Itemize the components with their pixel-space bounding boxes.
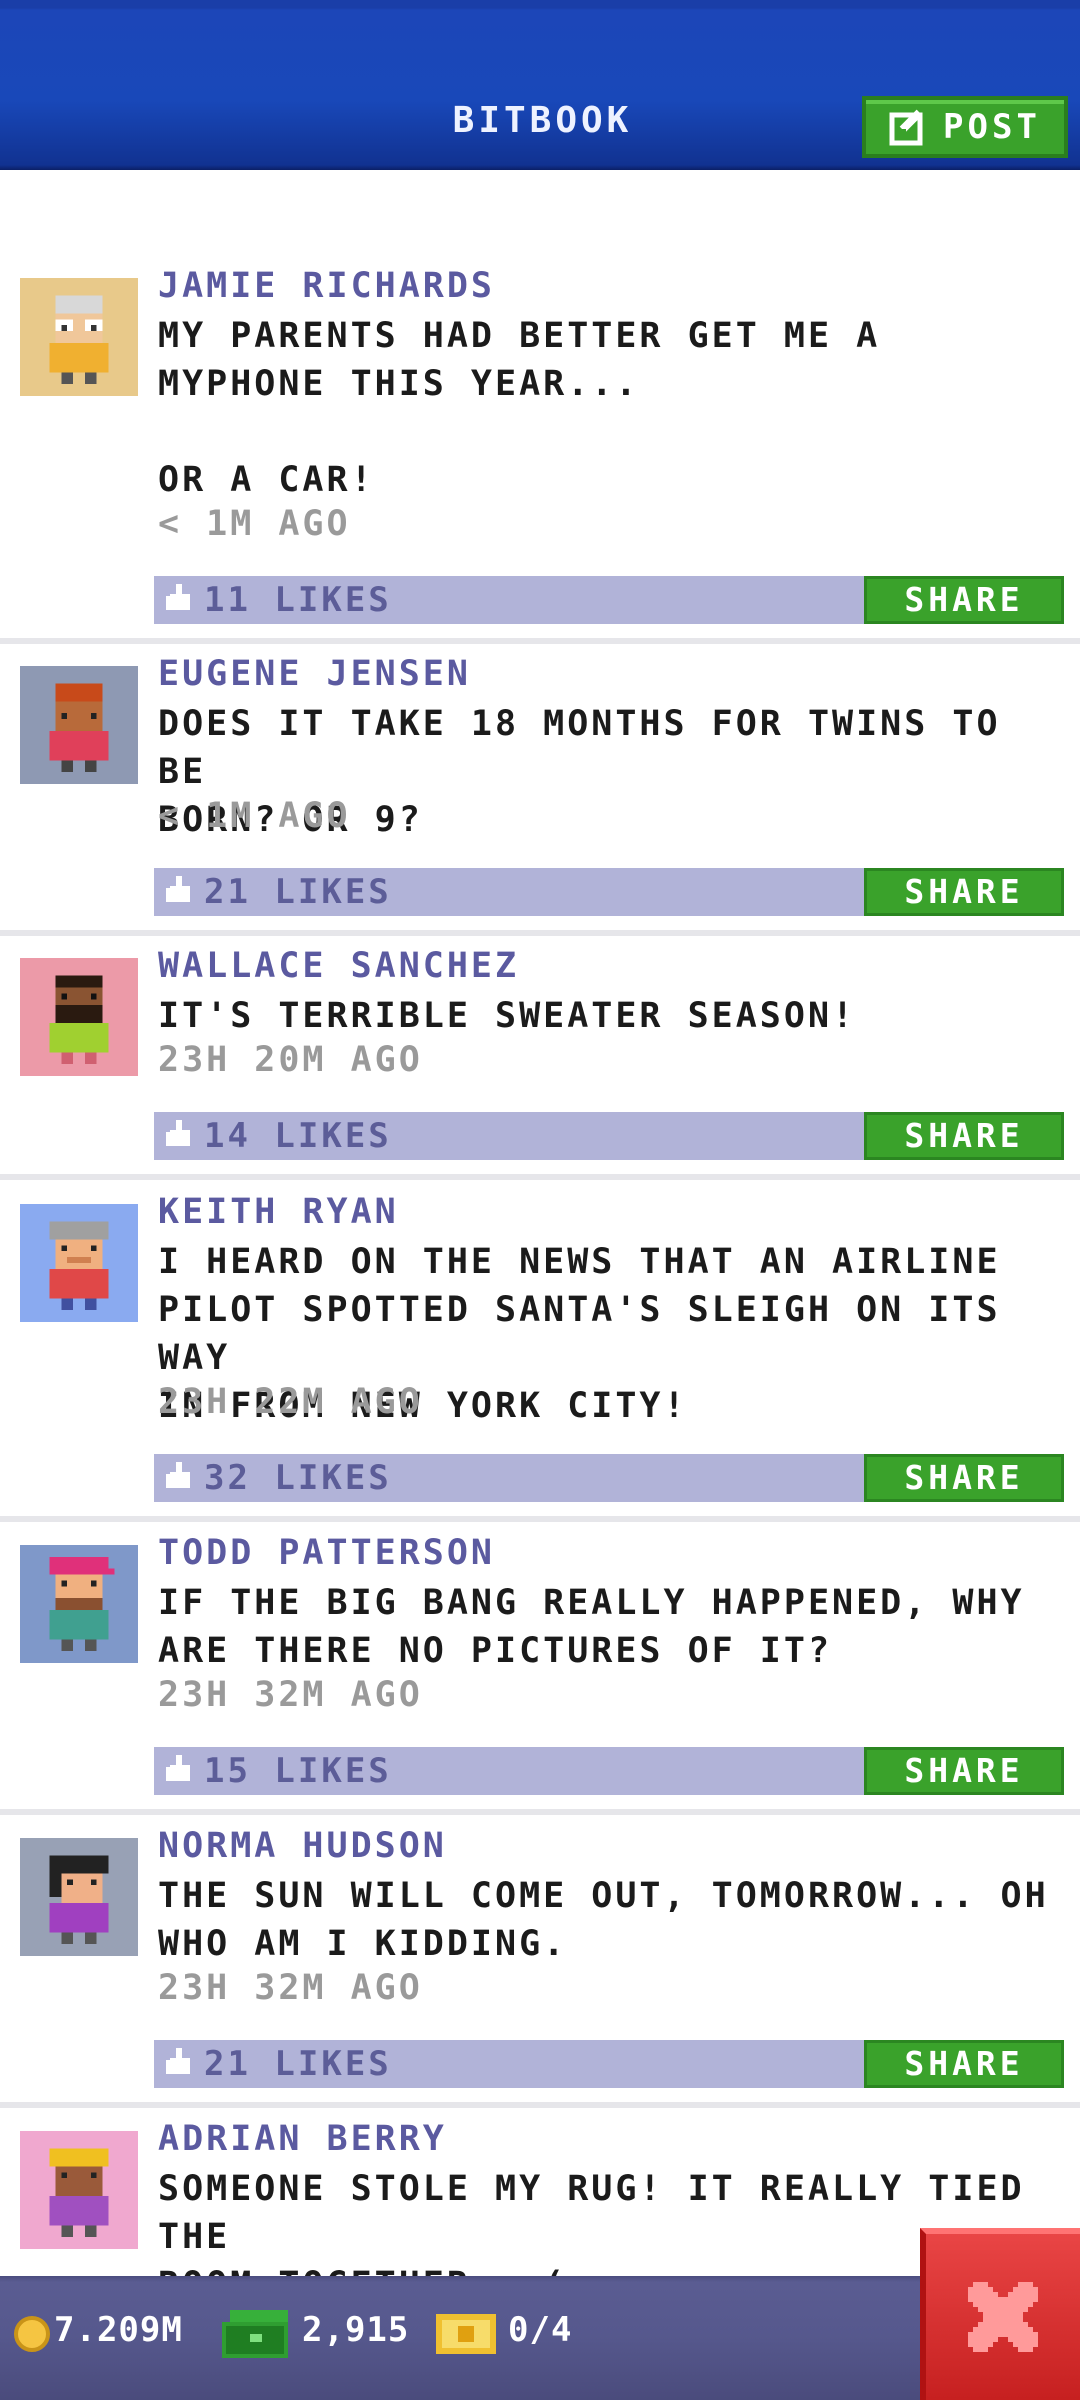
divider [0, 638, 1080, 644]
avatar[interactable] [20, 958, 138, 1076]
post-button-label: POST [943, 107, 1041, 147]
like-count: 11 LIKES [204, 580, 392, 620]
like-bar: 32 LIKES SHARE [154, 1454, 1064, 1502]
close-button[interactable] [920, 2228, 1080, 2400]
bux-icon [222, 2310, 288, 2358]
post-time: 23H 32M AGO [158, 1968, 423, 2008]
like-count: 15 LIKES [204, 1751, 392, 1791]
like-bar: 15 LIKES SHARE [154, 1747, 1064, 1795]
like-bar: 21 LIKES SHARE [154, 868, 1064, 916]
author-name[interactable]: KEITH RYAN [158, 1192, 399, 1232]
avatar[interactable] [20, 278, 138, 396]
like-count: 21 LIKES [204, 872, 392, 912]
share-button[interactable]: SHARE [864, 1747, 1064, 1795]
like-icon[interactable] [166, 1120, 192, 1150]
post-time: < 1M AGO [158, 504, 351, 544]
author-name[interactable]: WALLACE SANCHEZ [158, 946, 519, 986]
like-icon[interactable] [166, 1462, 192, 1492]
like-bar: 21 LIKES SHARE [154, 2040, 1064, 2088]
like-count: 32 LIKES [204, 1458, 392, 1498]
share-button[interactable]: SHARE [864, 1112, 1064, 1160]
like-icon[interactable] [166, 2048, 192, 2078]
coins-count: 7.209M [54, 2310, 183, 2350]
author-name[interactable]: NORMA HUDSON [158, 1826, 447, 1866]
share-button[interactable]: SHARE [864, 2040, 1064, 2088]
like-count: 14 LIKES [204, 1116, 392, 1156]
post-time: 23H 32M AGO [158, 1675, 423, 1715]
share-button[interactable]: SHARE [864, 1454, 1064, 1502]
bottom-status-bar: 7.209M 2,915 0/4 [0, 2276, 1080, 2400]
divider [0, 1174, 1080, 1180]
like-icon[interactable] [166, 876, 192, 906]
like-bar: 14 LIKES SHARE [154, 1112, 1064, 1160]
author-name[interactable]: EUGENE JENSEN [158, 654, 471, 694]
author-name[interactable]: TODD PATTERSON [158, 1533, 495, 1573]
ticket-icon [436, 2314, 496, 2354]
feed-list[interactable]: JAMIE RICHARDS MY PARENTS HAD BETTER GET… [0, 172, 1080, 2276]
avatar[interactable] [20, 1838, 138, 1956]
like-icon[interactable] [166, 1755, 192, 1785]
post-text: IT'S TERRIBLE SWEATER SEASON! [158, 996, 857, 1036]
like-count: 21 LIKES [204, 2044, 392, 2084]
coin-icon [14, 2316, 50, 2352]
post-text: MY PARENTS HAD BETTER GET ME A MYPHONE T… [158, 316, 881, 500]
divider [0, 2102, 1080, 2108]
like-bar: 11 LIKES SHARE [154, 576, 1064, 624]
post-text: THE SUN WILL COME OUT, TOMORROW... OH WH… [158, 1876, 1049, 1964]
share-button[interactable]: SHARE [864, 868, 1064, 916]
like-icon[interactable] [166, 584, 192, 614]
avatar[interactable] [20, 1545, 138, 1663]
divider [0, 1516, 1080, 1522]
divider [0, 930, 1080, 936]
avatar[interactable] [20, 2131, 138, 2249]
post-time: < 1M AGO [158, 796, 351, 836]
avatar[interactable] [20, 666, 138, 784]
post-time: 23H 20M AGO [158, 1040, 423, 1080]
post-time: 23H 22M AGO [158, 1382, 423, 1422]
edit-icon [889, 109, 923, 146]
bux-count: 2,915 [302, 2310, 410, 2350]
post-text: IF THE BIG BANG REALLY HAPPENED, WHY ARE… [158, 1583, 1025, 1671]
close-icon [968, 2282, 1038, 2352]
author-name[interactable]: ADRIAN BERRY [158, 2119, 447, 2159]
tickets-count: 0/4 [508, 2310, 573, 2350]
top-bar: BITBOOK POST [0, 0, 1080, 170]
share-button[interactable]: SHARE [864, 576, 1064, 624]
divider [0, 1809, 1080, 1815]
avatar[interactable] [20, 1204, 138, 1322]
author-name[interactable]: JAMIE RICHARDS [158, 266, 495, 306]
post-button[interactable]: POST [862, 96, 1068, 158]
